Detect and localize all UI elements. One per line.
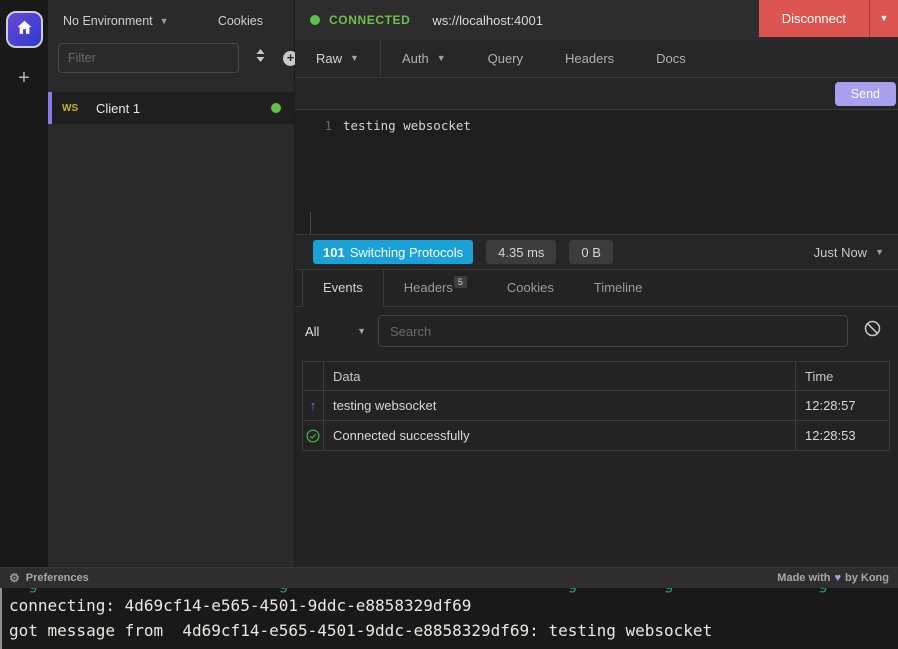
credit-text: Made with: [777, 572, 830, 584]
sidebar: No Environment ▼ Cookies + ▼ WS Client 1: [48, 0, 295, 567]
body-type-dropdown[interactable]: Raw ▼: [295, 40, 381, 77]
client-name: Client 1: [96, 101, 271, 116]
status-badge: 101 Switching Protocols: [313, 240, 473, 264]
tab-response-cookies[interactable]: Cookies: [487, 270, 574, 306]
response-pane-empty: [295, 451, 898, 567]
gear-icon: ⚙: [9, 571, 20, 585]
tab-timeline[interactable]: Timeline: [574, 270, 663, 306]
table-row[interactable]: ↑ testing websocket 12:28:57: [303, 390, 889, 420]
chevron-down-icon: ▼: [160, 17, 169, 26]
tab-query[interactable]: Query: [467, 40, 544, 77]
kong-credit: Made with ♥ by Kong: [777, 572, 889, 584]
event-type-select[interactable]: All ▼: [305, 324, 378, 339]
data-column-header: Data: [324, 362, 796, 390]
time-ago-label: Just Now: [814, 245, 867, 260]
sidebar-item-client-1[interactable]: WS Client 1: [48, 92, 294, 124]
connection-status-dot: [271, 103, 281, 113]
icon-column-header: [303, 362, 324, 390]
tab-response-headers[interactable]: Headers 5: [384, 270, 487, 306]
disconnect-button[interactable]: Disconnect: [759, 0, 869, 37]
filter-input[interactable]: [58, 43, 239, 73]
sort-icon: [255, 48, 266, 68]
websocket-url[interactable]: ws://localhost:4001: [432, 13, 543, 28]
send-row: Send: [295, 78, 898, 110]
sent-arrow-icon: ↑: [303, 391, 324, 420]
sidebar-filter-row: + ▼: [48, 42, 294, 83]
events-filter-row: All ▼: [295, 307, 898, 355]
credit-text: by Kong: [845, 572, 889, 584]
chevron-down-icon: ▼: [357, 327, 366, 336]
headers-count-badge: 5: [454, 276, 467, 288]
terminal-output[interactable]: g g g g g connecting: 4d69cf14-e565-4501…: [0, 588, 898, 649]
pane-drag-handle[interactable]: [310, 212, 311, 234]
response-tab-bar: Events Headers 5 Cookies Timeline: [295, 270, 898, 307]
request-tab-bar: Raw ▼ Auth ▼ Query Headers Docs: [295, 40, 898, 78]
event-type-value: All: [305, 324, 319, 339]
connection-status-label: CONNECTED: [329, 13, 410, 27]
status-code: 101: [323, 245, 345, 260]
event-time: 12:28:53: [796, 421, 889, 450]
environment-label: No Environment: [63, 14, 153, 28]
body-type-label: Raw: [316, 51, 342, 66]
main-pane: CONNECTED ws://localhost:4001 Disconnect…: [295, 0, 898, 567]
event-data: Connected successfully: [324, 421, 796, 450]
chevron-down-icon: ▼: [880, 14, 889, 23]
terminal-line: got message from 4d69cf14-e565-4501-9ddc…: [9, 618, 898, 643]
duration-badge: 4.35 ms: [486, 240, 556, 264]
circle-slash-icon: [864, 320, 881, 342]
disconnect-options-button[interactable]: ▼: [870, 0, 898, 37]
connection-bar: CONNECTED ws://localhost:4001 Disconnect…: [295, 0, 898, 40]
tab-auth-label: Auth: [402, 51, 429, 66]
home-button[interactable]: [6, 11, 43, 48]
check-circle-icon: [303, 421, 324, 450]
new-project-button[interactable]: +: [18, 68, 30, 88]
heart-icon: ♥: [834, 572, 841, 584]
sort-button[interactable]: [255, 48, 266, 68]
time-column-header: Time: [796, 362, 889, 390]
environment-selector[interactable]: No Environment ▼: [63, 14, 169, 28]
response-history-dropdown[interactable]: Just Now ▼: [814, 245, 884, 260]
terminal-line: connecting: 4d69cf14-e565-4501-9ddc-e885…: [9, 593, 898, 618]
table-header-row: Data Time: [303, 362, 889, 390]
event-time: 12:28:57: [796, 391, 889, 420]
preferences-button[interactable]: Preferences: [26, 572, 89, 584]
send-button[interactable]: Send: [835, 82, 896, 106]
status-text: Switching Protocols: [350, 245, 463, 260]
event-search-input[interactable]: [378, 315, 848, 347]
table-row[interactable]: Connected successfully 12:28:53: [303, 420, 889, 450]
events-table: Data Time ↑ testing websocket 12:28:57 C…: [302, 361, 890, 451]
sidebar-header: No Environment ▼ Cookies: [48, 0, 294, 42]
response-status-bar: 101 Switching Protocols 4.35 ms 0 B Just…: [295, 235, 898, 270]
tab-auth[interactable]: Auth ▼: [381, 40, 467, 77]
tab-docs[interactable]: Docs: [635, 40, 707, 77]
event-data: testing websocket: [324, 391, 796, 420]
app-window: + No Environment ▼ Cookies + ▼ WS Cli: [0, 0, 898, 567]
line-number: 1: [295, 118, 343, 234]
size-badge: 0 B: [569, 240, 613, 264]
activity-rail: +: [0, 0, 48, 567]
clear-events-button[interactable]: [864, 320, 881, 342]
home-icon: [16, 19, 33, 41]
tab-headers-label: Headers: [404, 280, 453, 295]
message-editor[interactable]: 1 testing websocket: [295, 110, 898, 235]
ws-method-tag: WS: [62, 103, 96, 114]
chevron-down-icon: ▼: [350, 54, 359, 63]
chevron-down-icon: ▼: [437, 54, 446, 63]
disconnect-button-group: Disconnect ▼: [759, 0, 898, 37]
editor-content: testing websocket: [343, 118, 471, 234]
chevron-down-icon: ▼: [875, 248, 884, 257]
tab-events[interactable]: Events: [302, 270, 384, 307]
status-footer: ⚙ Preferences Made with ♥ by Kong: [0, 567, 898, 588]
tab-headers[interactable]: Headers: [544, 40, 635, 77]
cookies-button[interactable]: Cookies: [218, 14, 263, 28]
connected-dot-icon: [310, 15, 320, 25]
